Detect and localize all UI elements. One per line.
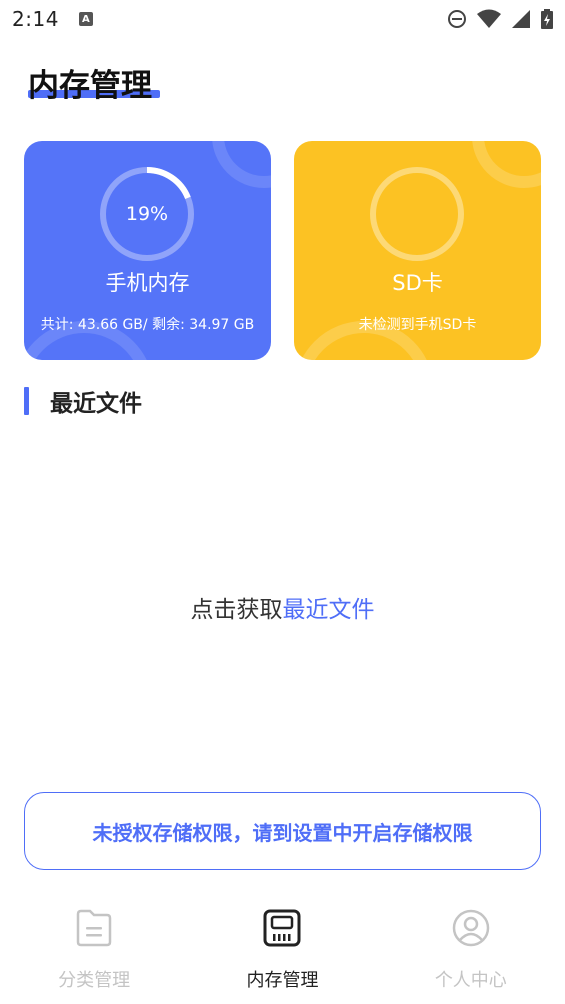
recent-files-title: 最近文件 [50,391,142,417]
sd-card-label: SD卡 [392,271,443,295]
sd-card-detail: 未检测到手机SD卡 [358,317,477,333]
page-title-block: 内存管理 [28,60,160,105]
tab-profile[interactable]: 个人中心 [377,900,565,1004]
fetch-recent-link[interactable]: 最近文件 [283,597,375,623]
phone-memory-label: 手机内存 [105,271,190,295]
tab-category[interactable]: 分类管理 [0,900,188,1004]
tab-label: 内存管理 [246,970,319,991]
tab-memory[interactable]: 内存管理 [188,900,376,1004]
storage-permission-banner[interactable]: 未授权存储权限，请到设置中开启存储权限 [24,792,541,870]
status-icons [447,9,553,29]
status-bar: 2:14 A [0,0,565,38]
dnd-icon [448,10,466,28]
page-title: 内存管理 [28,68,152,104]
battery-charging-icon [541,9,553,29]
wifi-icon [477,9,501,28]
signal-icon [512,10,530,28]
tab-label: 分类管理 [58,970,131,991]
status-time: 2:14 [12,7,59,31]
file-category-icon [76,909,112,947]
a-icon: A [78,12,93,26]
sd-card-card[interactable]: SD卡 未检测到手机SD卡 [294,141,541,360]
memory-usage-percent: 19% [125,203,169,225]
phone-memory-detail: 共计: 43.66 GB/ 剩余: 34.97 GB [40,317,255,333]
tab-label: 个人中心 [434,970,507,991]
fetch-recent-prompt[interactable]: 点击获取最近文件 [0,590,565,624]
user-profile-icon [452,909,490,947]
recent-files-header: 最近文件 [24,384,142,418]
memory-card-icon [263,909,301,947]
bottom-tab-bar: 分类管理 内存管理 个人中心 [0,900,565,1004]
sd-card-ring [370,167,464,261]
fetch-prompt-text: 点击获取 [190,597,283,623]
phone-memory-card[interactable]: 19% 手机内存 共计: 43.66 GB/ 剩余: 34.97 GB [24,141,271,360]
section-marker [24,387,29,415]
